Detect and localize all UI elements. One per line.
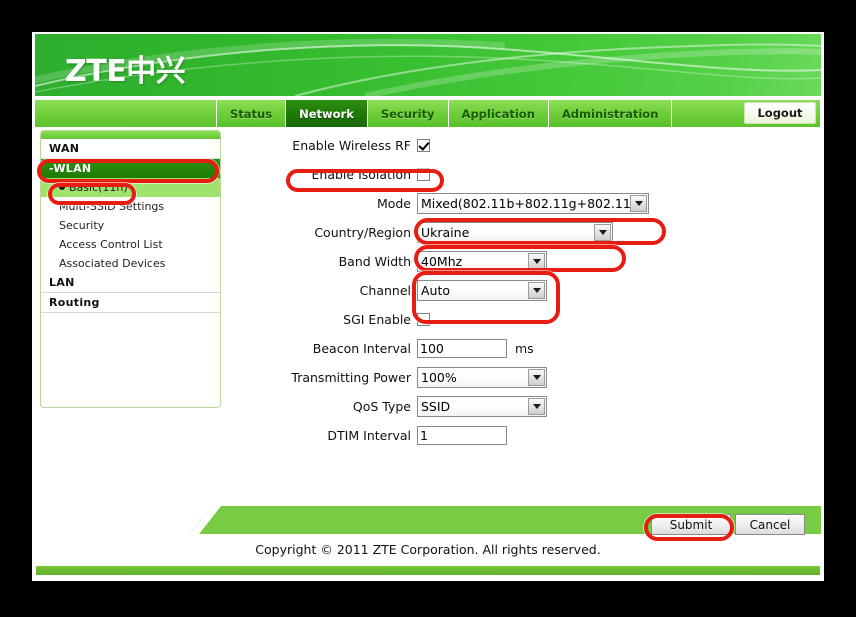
footer-green-bar [36, 566, 820, 575]
country-region-select[interactable]: Ukraine [417, 221, 613, 243]
country-region-label: Country/Region [314, 224, 411, 240]
channel-label: Channel [359, 282, 411, 298]
main-navigation: Status Network Security Application Admi… [35, 100, 821, 127]
sidebar-item-multi-ssid-settings[interactable]: Multi-SSID Settings [41, 197, 220, 216]
field-row-sgi-enable: SGI Enable [232, 306, 812, 332]
mode-value: Mixed(802.11b+802.11g+802.11n [421, 195, 630, 211]
tab-administration[interactable]: Administration [548, 100, 673, 127]
selected-bullet-icon [59, 184, 65, 190]
field-row-band-width: Band Width 40Mhz [232, 248, 812, 274]
dtim-interval-input[interactable] [417, 425, 507, 445]
screenshot-root: ZTE中兴 Status Network Security Applicatio… [0, 0, 856, 617]
sidebar-item-security[interactable]: Security [41, 216, 220, 235]
channel-value: Auto [421, 282, 451, 298]
transmitting-power-select[interactable]: 100% [417, 366, 547, 388]
tab-status[interactable]: Status [217, 100, 287, 127]
sidebar-item-wan[interactable]: WAN [41, 139, 220, 159]
field-row-channel: Channel Auto [232, 277, 812, 303]
chevron-down-icon[interactable] [630, 194, 647, 212]
mode-label: Mode [376, 195, 411, 211]
sidebar-item-routing[interactable]: Routing [41, 293, 220, 313]
band-width-value: 40Mhz [421, 253, 463, 269]
dtim-interval-label: DTIM Interval [327, 427, 411, 443]
beacon-interval-unit: ms [515, 340, 534, 356]
sidebar-item-associated-devices[interactable]: Associated Devices [41, 254, 220, 273]
sidebar-header-strip [41, 131, 220, 139]
sidebar-item-lan[interactable]: LAN [41, 273, 220, 293]
field-row-qos-type: QoS Type SSID [232, 393, 812, 419]
enable-wireless-rf-label: Enable Wireless RF [292, 137, 411, 153]
sidebar-menu: WAN -WLAN Basic(11n) Multi-SSID Settings… [40, 130, 221, 408]
sidebar-item-wlan[interactable]: -WLAN [41, 159, 220, 178]
sgi-enable-checkbox[interactable] [417, 312, 430, 326]
sidebar-item-access-control-list[interactable]: Access Control List [41, 235, 220, 254]
tab-application[interactable]: Application [448, 100, 549, 127]
chevron-down-icon[interactable] [528, 281, 545, 299]
tab-network[interactable]: Network [286, 100, 368, 127]
chevron-down-icon[interactable] [528, 252, 545, 270]
sidebar-item-basic-11n[interactable]: Basic(11n) [41, 178, 220, 197]
field-row-transmitting-power: Transmitting Power 100% [232, 364, 812, 390]
nav-right-filler: Logout [672, 100, 821, 127]
sidebar-item-label: Basic(11n) [69, 181, 128, 194]
router-admin-page: ZTE中兴 Status Network Security Applicatio… [32, 32, 824, 581]
field-row-mode: Mode Mixed(802.11b+802.11g+802.11n [232, 190, 812, 216]
band-width-label: Band Width [338, 253, 411, 269]
logout-button[interactable]: Logout [744, 102, 816, 124]
enable-isolation-label: Enable Isolation [311, 166, 411, 182]
channel-select[interactable]: Auto [417, 279, 547, 301]
chevron-down-icon[interactable] [528, 368, 545, 386]
header-banner: ZTE中兴 [35, 34, 821, 96]
field-row-country-region: Country/Region Ukraine [232, 219, 812, 245]
tab-security[interactable]: Security [367, 100, 449, 127]
transmitting-power-value: 100% [421, 369, 457, 385]
copyright-text: Copyright © 2011 ZTE Corporation. All ri… [255, 542, 601, 557]
qos-type-select[interactable]: SSID [417, 395, 547, 417]
qos-type-label: QoS Type [352, 398, 411, 414]
chevron-down-icon[interactable] [594, 223, 611, 241]
cancel-button[interactable]: Cancel [735, 514, 805, 535]
transmitting-power-label: Transmitting Power [291, 369, 411, 385]
country-region-value: Ukraine [421, 224, 470, 240]
mode-select[interactable]: Mixed(802.11b+802.11g+802.11n [417, 192, 649, 214]
field-row-enable-isolation: Enable Isolation [232, 161, 812, 187]
enable-wireless-rf-checkbox[interactable] [417, 138, 430, 152]
field-row-dtim-interval: DTIM Interval [232, 422, 812, 448]
band-width-select[interactable]: 40Mhz [417, 250, 547, 272]
beacon-interval-label: Beacon Interval [312, 340, 411, 356]
zte-logo: ZTE中兴 [65, 54, 186, 89]
chevron-down-icon[interactable] [528, 397, 545, 415]
field-row-beacon-interval: Beacon Interval ms [232, 335, 812, 361]
qos-type-value: SSID [421, 398, 451, 414]
beacon-interval-input[interactable] [417, 338, 507, 358]
sgi-enable-label: SGI Enable [343, 311, 411, 327]
nav-left-filler [35, 100, 217, 127]
submit-button[interactable]: Submit [651, 514, 731, 535]
enable-isolation-checkbox[interactable] [417, 167, 430, 181]
wireless-basic-form: Enable Wireless RF Enable Isolation Mode… [232, 132, 812, 451]
field-row-enable-wireless-rf: Enable Wireless RF [232, 132, 812, 158]
